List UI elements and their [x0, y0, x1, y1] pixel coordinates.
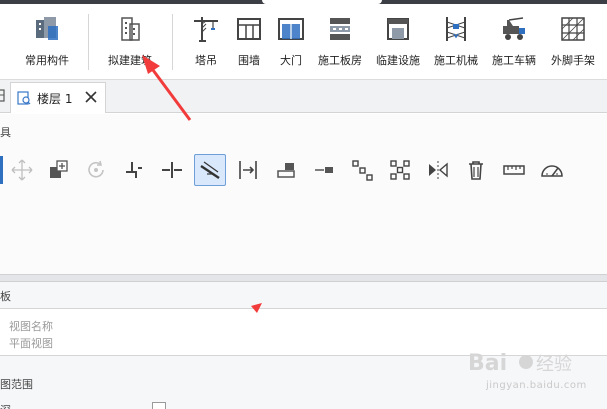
group-icon	[390, 160, 410, 180]
edit-tools-row	[0, 154, 607, 190]
ribbon-label-construction-vehicle: 施工车辆	[492, 54, 536, 67]
section-title: 具	[0, 126, 11, 139]
break-tool[interactable]	[194, 154, 226, 186]
offset-tool[interactable]	[118, 154, 150, 186]
site-office-button[interactable]: 施工板房	[312, 14, 368, 74]
array-icon	[352, 160, 373, 181]
scaffold-icon	[561, 17, 585, 41]
edit-tools-section: 具	[0, 114, 607, 274]
construction-vehicle-button[interactable]: 施工车辆	[486, 14, 542, 74]
proposed-building-icon	[121, 17, 140, 41]
ribbon-label-tower-crane: 塔吊	[195, 54, 217, 67]
gate-icon	[278, 18, 304, 40]
temporary-facility-icon	[387, 18, 409, 40]
offset-icon	[126, 162, 142, 178]
construction-machinery-button[interactable]: 施工机械	[428, 14, 484, 74]
grid-icon[interactable]	[0, 89, 6, 103]
rotate-icon	[88, 160, 104, 178]
split-tool[interactable]	[156, 154, 188, 186]
temporary-facility-button[interactable]: 临建设施	[370, 14, 426, 74]
ribbon-separator	[88, 14, 89, 70]
trim-tool[interactable]	[308, 154, 340, 186]
view-range-checkbox[interactable]	[152, 402, 166, 409]
scaffold-button[interactable]: 外脚手架	[544, 14, 602, 74]
panel-splitter[interactable]	[0, 274, 607, 282]
ribbon-label-common-components: 常用构件	[25, 54, 69, 67]
protractor-tool[interactable]	[536, 154, 568, 186]
view-name-value[interactable]: 平面视图	[9, 335, 53, 351]
rotate-tool[interactable]	[80, 154, 112, 186]
extend-tool[interactable]	[270, 154, 302, 186]
gate-button[interactable]: 大门	[270, 14, 312, 74]
ruler-icon	[503, 165, 525, 175]
panel-title: 板	[0, 290, 11, 303]
ribbon-label-scaffold: 外脚手架	[551, 54, 595, 67]
tower-crane-button[interactable]: 塔吊	[184, 14, 228, 74]
ribbon-separator	[172, 14, 173, 70]
ribbon-toolbar: 常用构件 拟建建筑 塔吊 围墙 大门 施工板房 临建设施 施工机械 施工车辆 外…	[0, 4, 607, 80]
tab-label: 楼层 1	[37, 91, 73, 106]
fence-wall-button[interactable]: 围墙	[228, 14, 270, 74]
ribbon-label-temporary-facility: 临建设施	[376, 54, 420, 67]
view-range-title: 图范围	[0, 378, 33, 391]
delete-tool[interactable]	[460, 154, 492, 186]
ribbon-label-fence-wall: 围墙	[238, 54, 260, 67]
copy-icon	[50, 160, 68, 178]
split-icon	[162, 162, 182, 178]
common-components-icon	[36, 17, 58, 40]
ruler-tool[interactable]	[498, 154, 530, 186]
fence-wall-icon	[237, 18, 261, 40]
array-tool[interactable]	[346, 154, 378, 186]
ribbon-label-site-office: 施工板房	[318, 54, 362, 67]
extend-icon	[277, 163, 295, 178]
ribbon-label-gate: 大门	[280, 54, 302, 67]
construction-vehicle-icon	[503, 17, 525, 40]
view-range-row-label: 深	[0, 402, 11, 409]
view-properties-box: 视图名称 平面视图	[0, 308, 607, 356]
delete-icon	[469, 161, 483, 180]
floor-view-icon	[17, 91, 31, 105]
trim-icon	[315, 167, 333, 173]
properties-panel: 板 视图名称 平面视图 图范围 深	[0, 282, 607, 409]
break-icon	[200, 161, 220, 179]
measure-align-tool[interactable]	[232, 154, 264, 186]
group-tool[interactable]	[384, 154, 416, 186]
construction-machinery-icon	[446, 17, 466, 41]
move-tool[interactable]	[6, 154, 38, 186]
view-name-label: 视图名称	[9, 320, 53, 333]
mirror-tool[interactable]	[422, 154, 454, 186]
proposed-building-button[interactable]: 拟建建筑	[100, 14, 160, 74]
ribbon-label-proposed-building: 拟建建筑	[108, 54, 152, 67]
document-tab-bar: 楼层 1	[0, 80, 607, 113]
close-icon[interactable]	[84, 90, 98, 104]
measure-align-icon	[239, 161, 257, 179]
move-icon	[11, 159, 33, 181]
mirror-icon	[429, 161, 448, 179]
tab-floor-1[interactable]: 楼层 1	[10, 82, 106, 113]
ribbon-label-construction-machinery: 施工机械	[434, 54, 478, 67]
site-office-icon	[330, 18, 350, 40]
tower-crane-icon	[194, 17, 218, 42]
protractor-icon	[541, 165, 563, 177]
common-components-button[interactable]: 常用构件	[18, 14, 76, 74]
tools-scroll-indicator	[0, 156, 3, 184]
copy-tool[interactable]	[42, 154, 74, 186]
